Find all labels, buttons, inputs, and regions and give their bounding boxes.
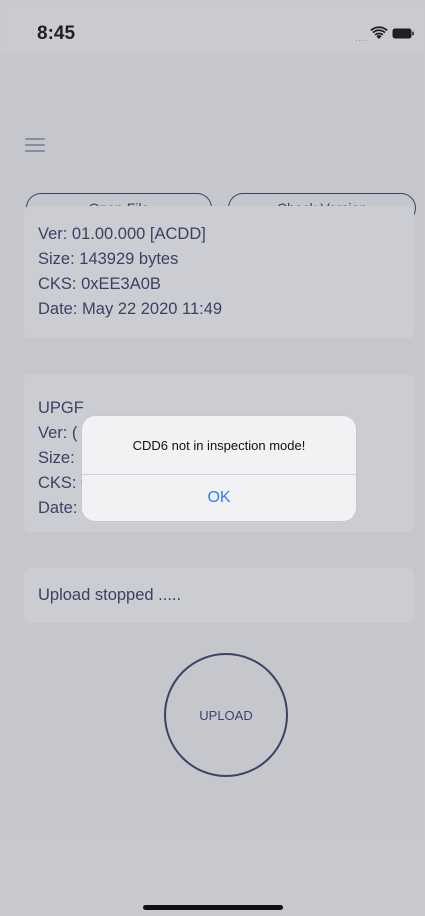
device-date: Date: May 22 2020 11:49	[38, 300, 223, 318]
status-bar: 8:45 ....	[1, 1, 424, 53]
alert-message: CDD6 not in inspection mode!	[132, 437, 306, 453]
app-screen: 8:45 .... Open File Check Version Ver: 0…	[0, 0, 425, 916]
upload-status-card: Upload stopped .....	[24, 568, 414, 623]
upload-status-text: Upload stopped .....	[38, 586, 182, 604]
cellular-signal-icon: ....	[355, 33, 370, 43]
status-time: 8:45	[37, 23, 76, 44]
device-version: Ver: 01.00.000 [ACDD]	[38, 225, 206, 243]
upload-button[interactable]: UPLOAD	[164, 653, 288, 777]
device-info-card: Ver: 01.00.000 [ACDD] Size: 143929 bytes…	[24, 206, 414, 338]
alert-dialog: CDD6 not in inspection mode! OK	[82, 416, 356, 521]
hamburger-menu-icon[interactable]	[25, 138, 45, 152]
alert-ok-button[interactable]: OK	[82, 475, 356, 521]
device-checksum: CKS: 0xEE3A0B	[38, 275, 161, 293]
battery-icon	[392, 28, 414, 39]
home-indicator[interactable]	[143, 905, 283, 910]
wifi-icon	[370, 26, 388, 39]
device-size: Size: 143929 bytes	[38, 250, 179, 268]
